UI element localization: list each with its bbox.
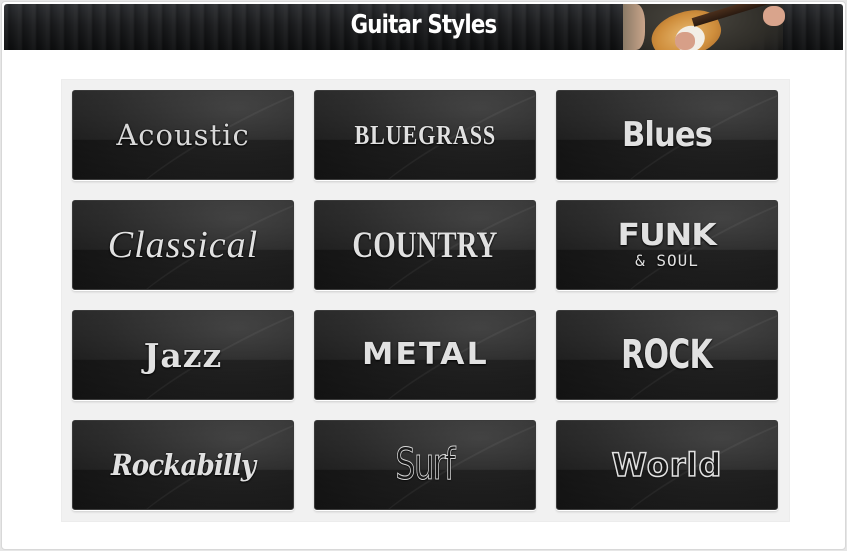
photo-arm xyxy=(623,4,645,50)
style-tile-acoustic[interactable]: Acoustic xyxy=(72,90,294,180)
style-tile-blues[interactable]: Blues xyxy=(556,90,778,180)
guitarist-photo xyxy=(623,4,803,50)
header-banner: Guitar Styles xyxy=(4,4,843,50)
style-label: World xyxy=(611,446,723,484)
photo-fret-hand xyxy=(763,6,785,26)
style-label: COUNTRY xyxy=(352,224,498,266)
style-label: Surf xyxy=(395,439,456,490)
style-sublabel: & SOUL xyxy=(635,251,699,270)
style-tile-bluegrass[interactable]: BLUEGRASS xyxy=(314,90,536,180)
style-label: ROCK xyxy=(621,332,714,378)
page-frame: Guitar Styles Acoustic BLUEGRASS Blues C… xyxy=(1,1,846,550)
photo-strum-hand xyxy=(675,32,695,50)
style-label: Jazz xyxy=(143,335,223,375)
style-tile-rock[interactable]: ROCK xyxy=(556,310,778,400)
style-label: Rockabilly xyxy=(110,447,256,482)
style-tile-funk-soul[interactable]: FUNK & SOUL xyxy=(556,200,778,290)
style-label: BLUEGRASS xyxy=(354,119,496,150)
style-tile-rockabilly[interactable]: Rockabilly xyxy=(72,420,294,510)
style-label: Blues xyxy=(621,115,713,155)
style-tile-surf[interactable]: Surf xyxy=(314,420,536,510)
style-tile-classical[interactable]: Classical xyxy=(72,200,294,290)
style-label: METAL xyxy=(361,337,489,372)
style-tile-metal[interactable]: METAL xyxy=(314,310,536,400)
style-tile-jazz[interactable]: Jazz xyxy=(72,310,294,400)
style-tile-country[interactable]: COUNTRY xyxy=(314,200,536,290)
style-label: FUNK xyxy=(617,218,717,253)
style-tile-world[interactable]: World xyxy=(556,420,778,510)
styles-grid: Acoustic BLUEGRASS Blues Classical COUNT… xyxy=(61,79,790,522)
style-label: Classical xyxy=(107,224,259,266)
style-label: Acoustic xyxy=(116,117,250,152)
